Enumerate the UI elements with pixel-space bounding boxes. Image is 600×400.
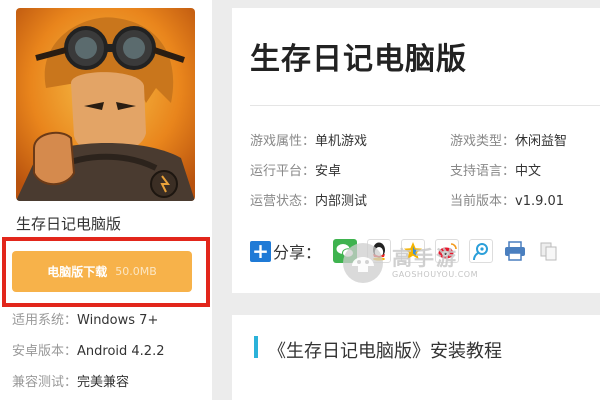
qq-icon[interactable] [367, 239, 392, 263]
meta-android: 安卓版本：Android 4.2.2 [12, 340, 165, 359]
download-button[interactable]: 电脑版下载 50.0MB [12, 251, 192, 292]
attr-key: 游戏属性： [250, 134, 316, 149]
tutorial-accent-bar [254, 336, 258, 358]
app-name: 生存日记电脑版 [16, 215, 122, 233]
attr-game-type: 游戏类型：休闲益智 [450, 130, 567, 149]
app-icon-illustration [16, 8, 195, 201]
attr-status: 运营状态：内部测试 [250, 190, 367, 209]
attr-value: 内部测试 [315, 194, 368, 209]
attr-value: 中文 [515, 164, 542, 179]
meta-android-value: Android 4.2.2 [77, 344, 165, 359]
attr-version: 当前版本：v1.9.01 [450, 190, 564, 209]
tutorial-title[interactable]: 《生存日记电脑版》安装教程 [268, 337, 502, 363]
wechat-icon[interactable] [333, 239, 358, 263]
weibo-icon[interactable] [435, 239, 460, 263]
app-icon[interactable] [16, 8, 195, 201]
meta-compat-value: 完美兼容 [77, 375, 130, 390]
meta-compat-key: 兼容测试： [12, 375, 78, 390]
attr-key: 支持语言： [450, 164, 516, 179]
tutorial-card: 《生存日记电脑版》安装教程 [232, 315, 600, 400]
attr-value: v1.9.01 [515, 194, 565, 209]
divider [250, 105, 600, 106]
share-bar: + 分享： [250, 234, 562, 268]
app-sidebar-card: 生存日记电脑版 电脑版下载 50.0MB 适用系统：Windows 7+ 安卓版… [0, 0, 212, 400]
attr-value: 单机游戏 [315, 134, 368, 149]
page-title: 生存日记电脑版 [250, 42, 467, 77]
download-size: 50.0MB [115, 265, 157, 278]
attr-platform: 运行平台：安卓 [250, 160, 341, 179]
attr-key: 运行平台： [250, 164, 316, 179]
attr-value: 休闲益智 [515, 134, 568, 149]
download-button-label: 电脑版下载 [47, 265, 108, 279]
meta-os-key: 适用系统： [12, 313, 78, 328]
attr-key: 运营状态： [250, 194, 316, 209]
copy-icon[interactable] [537, 239, 562, 263]
meta-os: 适用系统：Windows 7+ [12, 309, 158, 328]
attr-key: 当前版本： [450, 194, 516, 209]
share-plus-icon[interactable]: + [250, 240, 271, 262]
tencent-weibo-icon[interactable] [469, 239, 494, 263]
meta-os-value: Windows 7+ [77, 313, 159, 328]
attr-game-property: 游戏属性：单机游戏 [250, 130, 367, 149]
qzone-icon[interactable] [401, 239, 426, 263]
meta-android-key: 安卓版本： [12, 344, 78, 359]
print-icon[interactable] [503, 239, 528, 263]
app-info-card: 生存日记电脑版 游戏属性：单机游戏 游戏类型：休闲益智 运行平台：安卓 支持语言… [232, 8, 600, 293]
meta-compat: 兼容测试：完美兼容 [12, 371, 129, 390]
share-icons [333, 239, 562, 263]
attr-value: 安卓 [315, 164, 342, 179]
attr-key: 游戏类型： [450, 134, 516, 149]
share-label: 分享： [273, 243, 322, 262]
attr-language: 支持语言：中文 [450, 160, 541, 179]
